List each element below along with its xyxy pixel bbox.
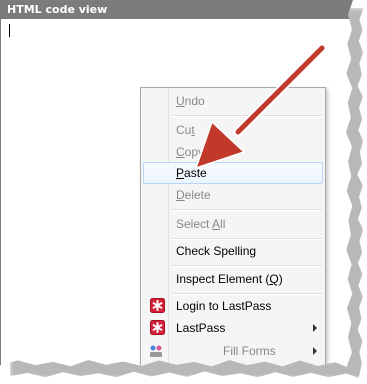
html-code-view-panel: HTML code view Undo Cut Copy Paste Delet…: [0, 0, 353, 367]
menu-item-label: Undo: [176, 94, 205, 108]
menu-item-label: Check Spelling: [176, 244, 257, 258]
submenu-arrow-icon: [313, 324, 317, 332]
fill-forms-icon: [150, 345, 162, 357]
menu-item-copy[interactable]: Copy: [143, 141, 323, 163]
menu-item-label: Cut: [176, 123, 195, 137]
menu-separator: [172, 209, 323, 211]
menu-item-paste[interactable]: Paste: [143, 162, 323, 184]
menu-item-lastpass[interactable]: LastPass: [143, 317, 323, 339]
menu-item-label: Fill Forms: [223, 344, 276, 358]
menu-item-delete[interactable]: Delete: [143, 184, 323, 206]
menu-item-fill-forms[interactable]: Fill Forms: [143, 340, 323, 362]
menu-item-label: Paste: [176, 166, 207, 180]
panel-title: HTML code view: [1, 1, 353, 19]
context-menu: Undo Cut Copy Paste Delete Select All Ch…: [140, 87, 326, 367]
menu-item-label: LastPass: [176, 321, 226, 335]
menu-separator: [172, 265, 323, 267]
menu-item-login-to-lastpass[interactable]: Login to LastPass: [143, 295, 323, 317]
menu-item-label: Select All: [176, 217, 226, 231]
menu-item-cut[interactable]: Cut: [143, 119, 323, 141]
menu-separator: [172, 115, 323, 117]
text-caret[interactable]: [9, 24, 10, 37]
menu-item-label: Inspect Element (Q): [176, 272, 283, 286]
lastpass-icon: [150, 298, 165, 313]
menu-item-select-all[interactable]: Select All: [143, 213, 323, 235]
menu-item-label: Delete: [176, 188, 211, 202]
menu-item-check-spelling[interactable]: Check Spelling: [143, 240, 323, 262]
lastpass-icon: [150, 320, 165, 335]
menu-item-label: Copy: [176, 145, 205, 159]
screenshot: HTML code view Undo Cut Copy Paste Delet…: [0, 0, 367, 384]
menu-item-undo[interactable]: Undo: [143, 90, 323, 112]
menu-item-label: Login to LastPass: [176, 299, 272, 313]
menu-item-inspect-element[interactable]: Inspect Element (Q): [143, 268, 323, 290]
submenu-arrow-icon: [313, 347, 317, 355]
